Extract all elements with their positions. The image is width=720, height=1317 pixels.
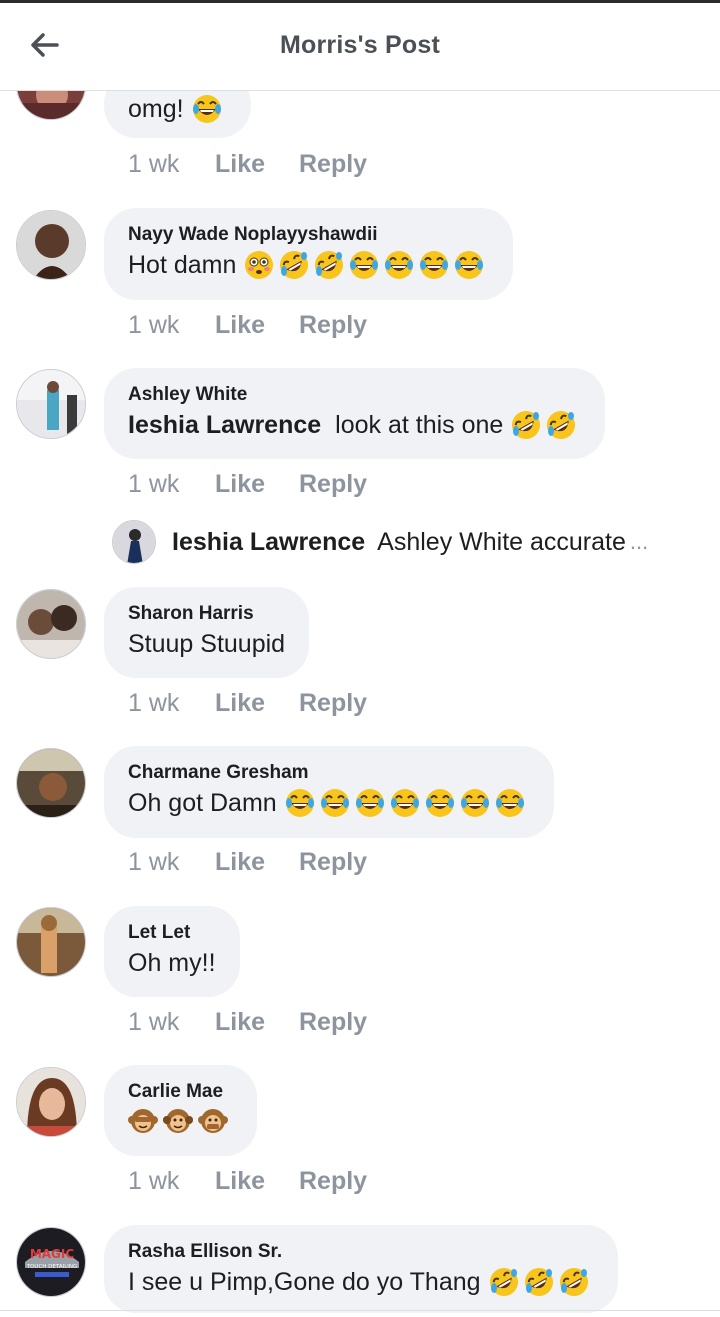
like-button[interactable]: Like	[215, 689, 299, 718]
avatar[interactable]	[16, 589, 86, 659]
comment-emojis	[511, 410, 581, 440]
comment-bubble[interactable]: Charmane Gresham Oh got Damn	[104, 746, 554, 838]
reply-button[interactable]: Reply	[299, 311, 367, 340]
laughing-emoji-icon	[354, 788, 385, 818]
laughing-emoji-icon	[494, 788, 525, 818]
logo-text: MAGIC	[30, 1247, 75, 1261]
reply-button[interactable]: Reply	[299, 848, 367, 877]
commenter-name[interactable]: Charmane Gresham	[128, 762, 530, 784]
avatar[interactable]	[16, 748, 86, 818]
like-button[interactable]: Like	[215, 150, 299, 179]
like-button[interactable]: Like	[215, 311, 299, 340]
reply-text: Ashley White accurate	[377, 527, 626, 556]
comment-emojis	[244, 250, 489, 280]
reply-ellipsis: ...	[629, 529, 649, 554]
reply-button[interactable]: Reply	[299, 1008, 367, 1037]
laughing-emoji-icon	[349, 250, 380, 280]
comment-emojis	[284, 788, 530, 818]
app-header: Morris's Post	[0, 3, 720, 91]
laughing-emoji-icon	[424, 788, 455, 818]
comment-text: Oh my!!	[128, 949, 216, 977]
comment-bubble[interactable]: Sharon Harris Stuup Stuupid	[104, 587, 310, 678]
comment-actions: 1 wk Like Reply	[128, 1008, 367, 1037]
reply-author-name[interactable]: Ieshia Lawrence	[172, 528, 365, 557]
laughing-emoji-icon	[389, 788, 420, 818]
flushed-emoji-icon	[244, 250, 274, 280]
comment-emojis	[488, 1267, 594, 1297]
reply-preview[interactable]: Ieshia Lawrence Ashley White accurate ..…	[112, 520, 648, 564]
see-no-evil-monkey-icon	[128, 1108, 158, 1134]
reply-button[interactable]: Reply	[299, 1167, 367, 1196]
laughing-emoji-icon	[454, 250, 485, 280]
laughing-emoji-icon	[459, 788, 490, 818]
avatar[interactable]	[16, 210, 86, 280]
comment-time: 1 wk	[128, 470, 180, 498]
rofl-emoji-icon	[511, 410, 542, 440]
comment-actions: 1 wk Like Reply	[128, 470, 367, 499]
rofl-emoji-icon	[488, 1267, 519, 1297]
reply-button[interactable]: Reply	[299, 689, 367, 718]
comment-text: Stuup Stuupid	[128, 630, 286, 658]
commenter-name[interactable]: Rasha Ellison Sr.	[128, 1241, 594, 1263]
like-button[interactable]: Like	[215, 848, 299, 877]
laughing-emoji-icon	[284, 788, 315, 818]
comment-text: look at this one	[335, 411, 504, 439]
commenter-name[interactable]: Ashley White	[128, 384, 581, 406]
laughing-emoji-icon	[419, 250, 450, 280]
rofl-emoji-icon	[546, 410, 577, 440]
mentioned-user-link[interactable]: Ieshia Lawrence	[128, 408, 321, 442]
rofl-emoji-icon	[523, 1267, 554, 1297]
comment-actions: 1 wk Like Reply	[128, 848, 367, 877]
comment-time: 1 wk	[128, 311, 180, 339]
comment-time: 1 wk	[128, 689, 180, 717]
comment-bubble[interactable]: Ashley White Ieshia Lawrence look at thi…	[104, 368, 606, 459]
reply-button[interactable]: Reply	[299, 470, 367, 499]
avatar[interactable]: MAGIC TOUCH DETAILING	[16, 1227, 86, 1297]
commenter-name[interactable]: Let Let	[128, 922, 216, 944]
logo-subtext: TOUCH DETAILING	[26, 1264, 78, 1270]
avatar[interactable]	[112, 520, 156, 564]
rofl-emoji-icon	[279, 250, 310, 280]
like-button[interactable]: Like	[215, 470, 299, 499]
reply-button[interactable]: Reply	[299, 150, 367, 179]
comment-bubble[interactable]: Nayy Wade Noplayyshawdii Hot damn	[104, 208, 514, 300]
hear-no-evil-monkey-icon	[163, 1108, 193, 1134]
avatar[interactable]	[16, 907, 86, 977]
comment-emojis	[191, 94, 227, 124]
comment-time: 1 wk	[128, 150, 180, 178]
like-button[interactable]: Like	[215, 1008, 299, 1037]
rofl-emoji-icon	[558, 1267, 589, 1297]
comment-bubble[interactable]: Rasha Ellison Sr. I see u Pimp,Gone do y…	[104, 1225, 618, 1313]
comment-emojis	[128, 1105, 233, 1135]
rofl-emoji-icon	[314, 250, 345, 280]
comment-actions: 1 wk Like Reply	[128, 689, 367, 718]
avatar[interactable]	[16, 369, 86, 439]
commenter-name[interactable]: Carlie Mae	[128, 1081, 233, 1103]
comment-time: 1 wk	[128, 848, 180, 876]
comment-time: 1 wk	[128, 1008, 180, 1036]
comment-text: omg!	[128, 95, 184, 123]
page-title: Morris's Post	[280, 31, 440, 59]
laughing-emoji-icon	[191, 94, 222, 124]
commenter-name[interactable]: Nayy Wade Noplayyshawdii	[128, 224, 489, 246]
comments-list: omg! 1 wk Like Reply Nayy Wade Noplayysh…	[0, 0, 720, 1317]
comment-text: Hot damn	[128, 251, 237, 279]
comment-actions: 1 wk Like Reply	[128, 150, 367, 179]
comment-actions: 1 wk Like Reply	[128, 1167, 367, 1196]
like-button[interactable]: Like	[215, 1167, 299, 1196]
avatar[interactable]	[16, 1067, 86, 1137]
laughing-emoji-icon	[384, 250, 415, 280]
laughing-emoji-icon	[319, 788, 350, 818]
speak-no-evil-monkey-icon	[198, 1108, 228, 1134]
comment-actions: 1 wk Like Reply	[128, 311, 367, 340]
divider	[0, 1310, 720, 1311]
comment-text: I see u Pimp,Gone do yo Thang	[128, 1268, 481, 1296]
comment-time: 1 wk	[128, 1167, 180, 1195]
comment-text: Oh got Damn	[128, 789, 277, 817]
commenter-name[interactable]: Sharon Harris	[128, 603, 285, 625]
comment-bubble[interactable]: Carlie Mae	[104, 1065, 257, 1156]
comment-bubble[interactable]: Let Let Oh my!!	[104, 906, 240, 997]
